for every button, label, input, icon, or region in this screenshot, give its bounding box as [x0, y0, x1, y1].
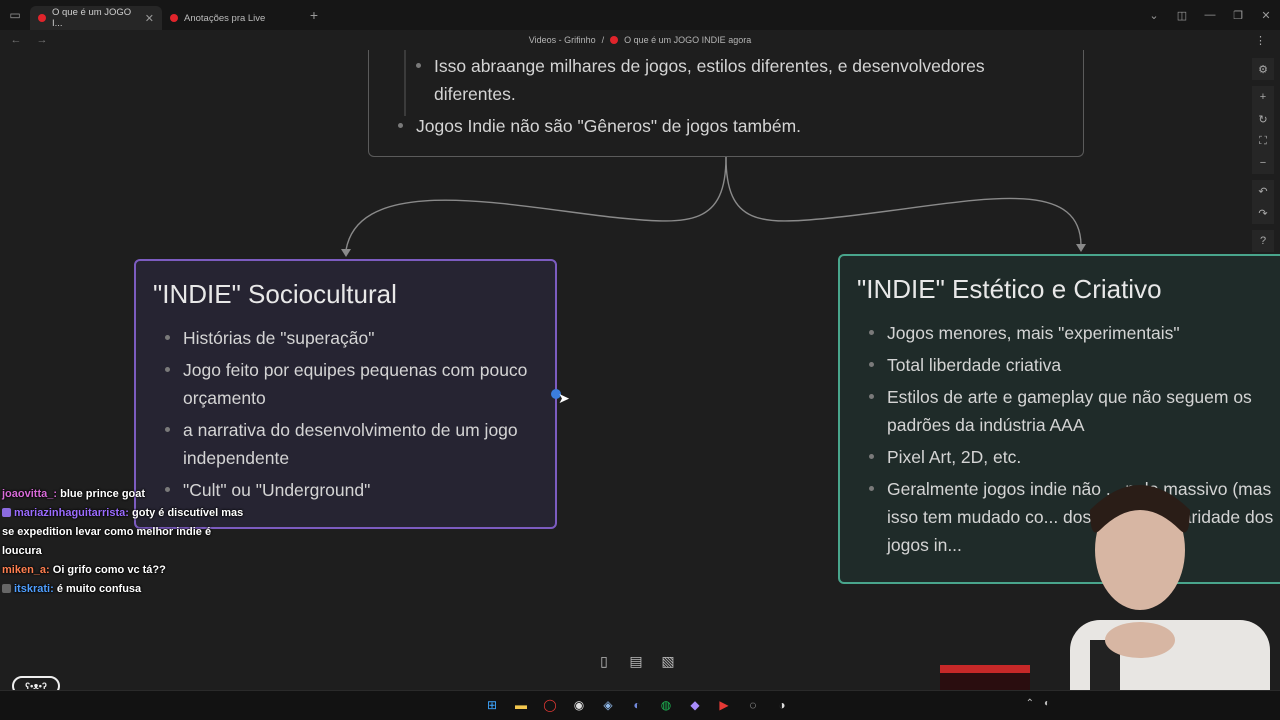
zoom-out-icon[interactable]: − — [1252, 152, 1274, 174]
settings-icon[interactable]: ⚙ — [1252, 58, 1274, 80]
discord-icon[interactable]: ◐ — [627, 695, 647, 715]
window-controls: ⌄ ◫ — ❐ ✕ — [1140, 0, 1280, 30]
navigation-bar: ← → Videos - Grifinho / O que é um JOGO … — [0, 30, 1280, 50]
close-icon[interactable]: ✕ — [145, 12, 154, 25]
breadcrumb-current: O que é um JOGO INDIE agora — [624, 35, 752, 45]
chevron-up-icon[interactable]: ⌃ — [1026, 698, 1034, 709]
webcam-overlay — [940, 470, 1280, 720]
breadcrumb-separator: / — [601, 35, 605, 45]
list-item-continued: diferentes. — [434, 84, 516, 104]
stream-chat: joaovitta_: blue prince goat mariazinhag… — [2, 485, 252, 599]
arrowhead — [341, 249, 351, 257]
tab-jogo-indie[interactable]: O que é um JOGO I... ✕ — [30, 6, 162, 30]
reset-icon[interactable]: ↻ — [1252, 108, 1274, 130]
list-item: Pixel Art, 2D, etc. — [857, 443, 1280, 471]
record-icon — [610, 36, 619, 44]
help-icon[interactable]: ? — [1252, 230, 1274, 252]
badge-icon — [2, 584, 11, 593]
add-media-icon[interactable]: ▧ — [657, 650, 679, 672]
list-item: Isso abraange milhares de jogos, estilos… — [404, 52, 1083, 80]
list-item: Jogos Indie não são "Gêneros" de jogos t… — [386, 112, 1083, 140]
canvas-add-toolbar: ▯ ▤ ▧ — [593, 650, 679, 672]
card-title: "INDIE" Sociocultural — [153, 279, 397, 309]
chat-user: itskrati — [14, 583, 51, 595]
layout-icon[interactable]: ◫ — [1168, 9, 1196, 22]
chat-user: mariazinhaguitarrista — [14, 507, 126, 519]
chat-text: Oi grifo como vc tá?? — [52, 564, 166, 576]
new-tab-button[interactable]: + — [302, 7, 326, 23]
chat-user: miken_a — [2, 564, 47, 576]
breadcrumb-parent[interactable]: Videos - Grifinho — [529, 35, 596, 45]
chat-text: blue prince goat — [60, 488, 146, 500]
chat-user: joaovitta_ — [2, 488, 54, 500]
steam-icon[interactable]: ◈ — [598, 695, 618, 715]
tab-anotacoes[interactable]: Anotações pra Live — [162, 6, 298, 30]
record-icon — [170, 14, 178, 22]
top-card[interactable]: Isso abraange milhares de jogos, estilos… — [368, 50, 1084, 157]
discord-tray-icon[interactable]: ◐ — [1044, 698, 1050, 709]
app-icon[interactable]: ◌ — [743, 695, 763, 715]
browser-tab-bar: ▭ O que é um JOGO I... ✕ Anotações pra L… — [0, 0, 1280, 30]
list-item: Jogos menores, mais "experimentais" — [857, 319, 1280, 347]
obs-icon[interactable]: ◉ — [569, 695, 589, 715]
new-note-icon[interactable]: ▯ — [593, 650, 615, 672]
edge-to-estet — [725, 156, 1082, 246]
sidebar-toggle-icon[interactable]: ▭ — [0, 0, 30, 30]
file-explorer-icon[interactable]: ▬ — [511, 695, 531, 715]
webcam-image — [940, 485, 1270, 720]
arrowhead — [1076, 244, 1086, 252]
tab-label: Anotações pra Live — [184, 12, 266, 24]
add-file-icon[interactable]: ▤ — [625, 650, 647, 672]
chat-colon: : — [50, 583, 57, 595]
record-icon — [38, 14, 46, 22]
chat-colon: : — [46, 564, 53, 576]
list-item: a narrativa do desenvolvimento de um jog… — [153, 416, 555, 472]
zoom-in-icon[interactable]: + — [1252, 86, 1274, 108]
cursor-icon: ➤ — [558, 390, 570, 406]
chevron-down-icon[interactable]: ⌄ — [1140, 9, 1168, 22]
youtube-icon[interactable]: ▶ — [714, 695, 734, 715]
restore-icon[interactable]: ❐ — [1224, 9, 1252, 22]
list-item: Estilos de arte e gameplay que não segue… — [857, 383, 1280, 439]
chat-message: joaovitta_: blue prince goat — [2, 485, 252, 504]
opera-icon[interactable]: ◯ — [540, 695, 560, 715]
close-window-icon[interactable]: ✕ — [1252, 9, 1280, 22]
obsidian-icon[interactable]: ◆ — [685, 695, 705, 715]
edge-to-socio — [345, 156, 727, 251]
more-options-icon[interactable]: ⋮ — [1255, 34, 1266, 47]
redo-icon[interactable]: ↷ — [1252, 202, 1274, 224]
list-item: Histórias de "superação" — [153, 324, 555, 352]
chat-message: itskrati: é muito confusa — [2, 580, 252, 599]
list-item: Total liberdade criativa — [857, 351, 1280, 379]
fit-icon[interactable]: ⛶ — [1252, 130, 1274, 152]
windows-start-icon[interactable]: ⊞ — [482, 695, 502, 715]
taskbar-apps: ⊞ ▬ ◯ ◉ ◈ ◐ ◍ ◆ ▶ ◌ ◑ — [482, 695, 792, 715]
canvas-toolbar: ⚙ + ↻ ⛶ − ↶ ↷ ? — [1252, 58, 1274, 252]
chat-colon: : — [125, 507, 132, 519]
breadcrumb: Videos - Grifinho / O que é um JOGO INDI… — [0, 35, 1280, 45]
subscriber-badge-icon — [2, 508, 11, 517]
spotify-icon[interactable]: ◍ — [656, 695, 676, 715]
system-tray: ⌃ ◐ — [1026, 698, 1050, 709]
list-item: Jogo feito por equipes pequenas com pouc… — [153, 356, 555, 412]
minimize-icon[interactable]: — — [1196, 9, 1224, 21]
chat-message: mariazinhaguitarrista: goty é discutível… — [2, 504, 252, 561]
undo-icon[interactable]: ↶ — [1252, 180, 1274, 202]
tab-label: O que é um JOGO I... — [52, 7, 132, 29]
chat-text: é muito confusa — [56, 583, 142, 595]
windows-taskbar: ⊞ ▬ ◯ ◉ ◈ ◐ ◍ ◆ ▶ ◌ ◑ ⌃ ◐ — [0, 690, 1280, 720]
chat-message: miken_a: Oi grifo como vc tá?? — [2, 561, 252, 580]
app-icon[interactable]: ◑ — [772, 695, 792, 715]
card-title: "INDIE" Estético e Criativo — [857, 274, 1162, 304]
